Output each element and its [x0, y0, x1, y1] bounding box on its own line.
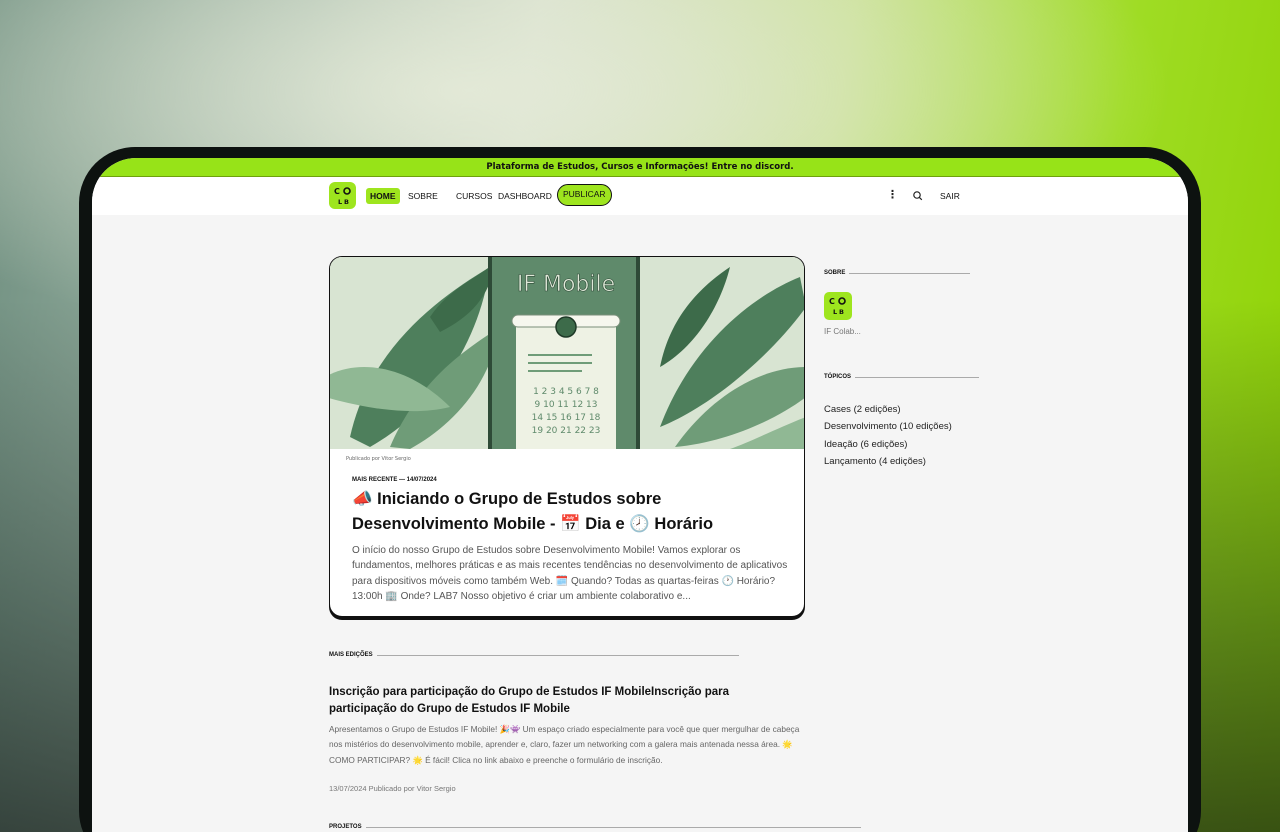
featured-excerpt: O início do nosso Grupo de Estudos sobre… [352, 545, 788, 602]
sidebar-about-name: IF Colab... [824, 327, 861, 336]
colab-logo-icon: C L B [334, 187, 351, 206]
svg-text:L: L [833, 308, 837, 316]
announcement-bar[interactable]: Plataforma de Estudos, Cursos e Informaç… [92, 158, 1188, 177]
hero-title: IF Mobile [517, 272, 615, 297]
hero-calendar-row: 19 20 21 22 23 [532, 426, 601, 436]
nav-home[interactable]: HOME [366, 188, 400, 204]
featured-tag: MAIS RECENTE — 14/07/2024 [352, 477, 437, 483]
featured-byline: Publicado por Vitor Sergio [346, 456, 411, 462]
topic-link[interactable]: Lançamento (4 edições) [824, 456, 926, 467]
hero-calendar-row: 14 15 16 17 18 [532, 413, 601, 423]
sidebar-about-heading: SOBRE [824, 270, 970, 276]
more-editions-heading: MAIS EDIÇÕES [329, 652, 739, 658]
search-icon[interactable] [911, 189, 925, 203]
edition-title[interactable]: Inscrição para participação do Grupo de … [329, 684, 799, 718]
topic-link[interactable]: Cases (2 edições) [824, 404, 901, 415]
nav-cursos[interactable]: CURSOS [452, 188, 496, 204]
topic-link[interactable]: Ideação (6 edições) [824, 439, 907, 450]
browser-screen: Plataforma de Estudos, Cursos e Informaç… [92, 158, 1188, 832]
top-nav: C L B HOME SOBRE CURSOS DASHBOARD PUBLIC… [92, 177, 1188, 215]
edition-excerpt: Apresentamos o Grupo de Estudos IF Mobil… [329, 724, 800, 765]
featured-hero-image: IF Mobile 1 2 3 4 5 6 7 8 9 10 11 12 13 … [330, 257, 804, 449]
svg-text:B: B [839, 308, 844, 316]
more-vertical-icon[interactable]: ⋮ [887, 188, 898, 201]
topic-link[interactable]: Desenvolvimento (10 edições) [824, 421, 952, 432]
brand-logo[interactable]: C L B [329, 182, 356, 209]
projects-heading: PROJETOS [329, 824, 861, 830]
publicar-button[interactable]: PUBLICAR [557, 184, 612, 206]
featured-title[interactable]: 📣 Iniciando o Grupo de Estudos sobre Des… [352, 487, 792, 537]
nav-dashboard[interactable]: DASHBOARD [494, 188, 556, 204]
svg-text:C: C [334, 187, 340, 196]
hero-calendar-row: 1 2 3 4 5 6 7 8 [533, 387, 599, 397]
logout-link[interactable]: SAIR [940, 188, 960, 204]
colab-logo-icon: C L B [829, 297, 846, 316]
nav-sobre[interactable]: SOBRE [404, 188, 442, 204]
sidebar-topics-heading: TÓPICOS [824, 374, 979, 380]
svg-text:C: C [829, 297, 835, 306]
sidebar-logo[interactable]: C L B [824, 292, 852, 320]
svg-text:L: L [338, 198, 342, 206]
featured-post-card[interactable]: IF Mobile 1 2 3 4 5 6 7 8 9 10 11 12 13 … [329, 256, 805, 617]
edition-meta: 13/07/2024 Publicado por Vitor Sergio [329, 784, 456, 793]
svg-text:B: B [344, 198, 349, 206]
hero-calendar-row: 9 10 11 12 13 [535, 400, 598, 410]
